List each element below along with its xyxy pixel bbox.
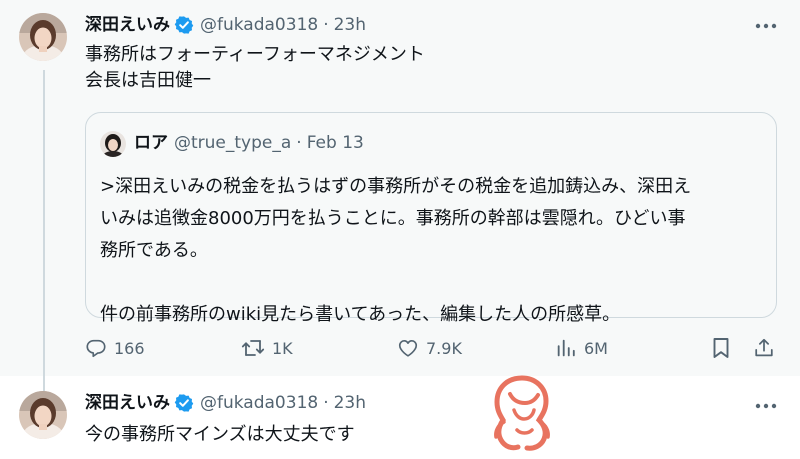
like-count: 7.9K <box>426 338 462 358</box>
quote-date[interactable]: Feb 13 <box>307 131 364 155</box>
display-name[interactable]: 深田えいみ <box>85 392 170 414</box>
post-1-header: 深田えいみ @fukada0318 · 23h <box>85 14 366 36</box>
view-count: 6M <box>584 338 608 358</box>
verified-badge-icon <box>174 15 194 35</box>
bookmark-button[interactable] <box>711 333 731 363</box>
post-2-header: 深田えいみ @fukada0318 · 23h <box>85 392 366 414</box>
share-icon <box>753 337 775 359</box>
post-text: 事務所はフォーティーフォーマネジメント 会長は吉田健一 <box>85 42 425 94</box>
reply-icon <box>85 337 107 359</box>
reply-button[interactable]: 166 <box>85 333 145 363</box>
user-handle[interactable]: @fukada0318 <box>200 14 318 36</box>
quoted-post-card[interactable]: ロア @true_type_a · Feb 13 >深田えいみの税金を払うはずの… <box>85 112 777 325</box>
post-text-line: 今の事務所マインズは大丈夫です <box>85 424 355 445</box>
repost-icon <box>241 337 265 359</box>
verified-badge-icon <box>174 393 194 413</box>
reply-count: 166 <box>114 338 145 358</box>
avatar[interactable] <box>19 391 67 439</box>
thread-connector-line <box>43 70 45 392</box>
views-button[interactable]: 6M <box>555 333 608 363</box>
like-button[interactable]: 7.9K <box>397 333 462 363</box>
post-text-line: 事務所はフォーティーフォーマネジメント <box>85 44 425 65</box>
quote-display-name[interactable]: ロア <box>134 131 168 155</box>
post-text-line: 会長は吉田健一 <box>85 70 211 91</box>
quote-text-line: 件の前事務所のwiki見たら書いてあった、編集した人の所感草。 <box>100 304 621 325</box>
views-chart-icon <box>555 337 577 359</box>
separator-dot: · <box>296 133 302 153</box>
quote-header: ロア @true_type_a · Feb 13 <box>134 131 364 155</box>
post-time[interactable]: 23h <box>334 392 366 414</box>
avatar[interactable] <box>19 13 67 61</box>
separator-dot: · <box>323 15 329 35</box>
repost-button[interactable]: 1K <box>241 333 293 363</box>
user-handle[interactable]: @fukada0318 <box>200 392 318 414</box>
post-action-bar: 166 1K 7.9K 6M <box>85 333 777 363</box>
quote-text-line: 務所である。 <box>100 240 208 261</box>
share-button[interactable] <box>753 333 775 363</box>
display-name[interactable]: 深田えいみ <box>85 14 170 36</box>
bookmark-icon <box>711 337 731 359</box>
heart-icon <box>397 337 419 359</box>
post-time[interactable]: 23h <box>334 14 366 36</box>
quote-avatar[interactable] <box>100 131 126 157</box>
quote-user-handle[interactable]: @true_type_a <box>174 131 291 155</box>
post-text: 今の事務所マインズは大丈夫です <box>85 422 355 448</box>
separator-dot: · <box>323 393 329 413</box>
more-options-icon[interactable] <box>752 392 780 420</box>
quote-text: >深田えいみの税金を払うはずの事務所がその税金を追加鋳込み、深田え いみは追徴金… <box>100 171 760 331</box>
watermark-logo <box>484 372 560 456</box>
quote-text-line: いみは追徴金8000万円を払うことに。事務所の幹部は雲隠れ。ひどい事 <box>100 208 686 229</box>
more-options-icon[interactable] <box>752 12 780 40</box>
repost-count: 1K <box>272 338 293 358</box>
quote-text-line: >深田えいみの税金を払うはずの事務所がその税金を追加鋳込み、深田え <box>100 176 692 197</box>
